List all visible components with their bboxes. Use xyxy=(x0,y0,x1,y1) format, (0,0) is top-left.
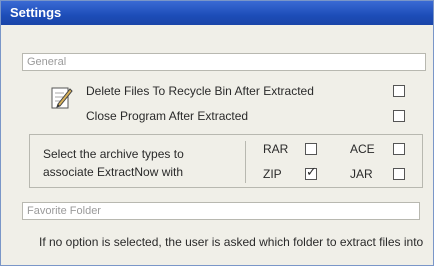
panel-divider xyxy=(245,141,246,183)
archive-type-jar-label: JAR xyxy=(350,167,373,181)
check-mark-icon: ✓ xyxy=(306,165,317,180)
settings-window: Settings General Delete Files To Recycle… xyxy=(0,0,434,266)
window-title: Settings xyxy=(10,5,62,20)
archive-type-jar-checkbox[interactable] xyxy=(393,168,405,180)
option-delete-to-recycle-bin-checkbox[interactable] xyxy=(393,85,405,97)
option-close-program-checkbox[interactable] xyxy=(393,110,405,122)
archive-type-zip-checkbox[interactable]: ✓ xyxy=(305,165,317,180)
option-delete-to-recycle-bin-label: Delete Files To Recycle Bin After Extrac… xyxy=(86,84,314,98)
general-group-header: General xyxy=(22,53,426,71)
archive-type-rar-label: RAR xyxy=(263,142,289,156)
pencil-note-icon xyxy=(51,87,73,109)
favorite-folder-info-text: If no option is selected, the user is as… xyxy=(39,235,424,249)
archive-type-rar-checkbox[interactable] xyxy=(305,143,317,155)
archive-type-ace-label: ACE xyxy=(350,142,375,156)
option-close-program-label: Close Program After Extracted xyxy=(86,109,249,123)
archive-type-ace-checkbox[interactable] xyxy=(393,143,405,155)
favorite-folder-group-header: Favorite Folder xyxy=(22,202,420,220)
archive-type-zip-label: ZIP xyxy=(263,167,282,181)
archive-association-description: Select the archive types to associate Ex… xyxy=(43,147,184,179)
title-bar: Settings xyxy=(1,1,433,25)
